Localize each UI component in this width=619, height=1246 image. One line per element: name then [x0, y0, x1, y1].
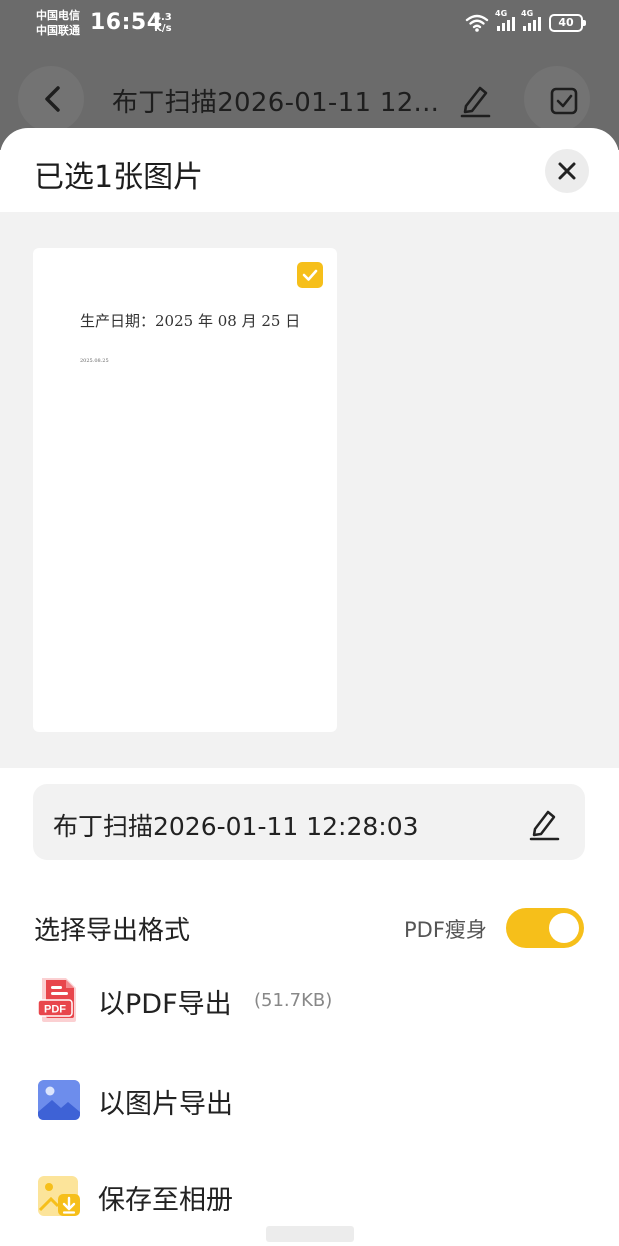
pdf-file-icon: PDF — [37, 978, 76, 1022]
page-text-main: 生产日期：2025 年 08 月 25 日 — [80, 312, 301, 330]
export-bottom-sheet: 已选1张图片 生产日期：2025 年 08 月 25 日 2025.08.25 … — [0, 128, 619, 1246]
document-title: 布丁扫描2026-01-11 12... — [112, 88, 440, 118]
net-speed-value: 4.3 — [154, 12, 172, 23]
battery-icon: 40 — [549, 14, 586, 32]
carrier-names: 中国电信 中国联通 — [36, 8, 80, 38]
net-speed: 4.3 K/s — [154, 12, 172, 34]
close-icon — [558, 162, 576, 180]
status-icons: 4G 4G 40 — [465, 9, 586, 32]
pdf-file-size: (51.7KB) — [254, 990, 333, 1011]
status-bar: 中国电信 中国联通 16:54 4.3 K/s 4G 4G 40 — [0, 0, 619, 50]
close-button[interactable] — [545, 149, 589, 193]
export-as-pdf-option[interactable]: PDF 以PDF导出 (51.7KB) — [36, 970, 596, 1030]
signal-sim2-icon: 4G — [521, 9, 541, 31]
carrier-2: 中国联通 — [36, 24, 80, 37]
page-thumbnail[interactable]: 生产日期：2025 年 08 月 25 日 2025.08.25 — [33, 248, 337, 732]
page-preview-area: 生产日期：2025 年 08 月 25 日 2025.08.25 — [0, 212, 619, 768]
back-arrow-icon[interactable] — [34, 76, 70, 122]
select-all-checkbox-icon[interactable] — [545, 80, 583, 120]
sheet-title: 已选1张图片 — [34, 160, 204, 195]
save-album-label: 保存至相册 — [98, 1185, 233, 1216]
sim1-network-tag: 4G — [495, 9, 508, 18]
wifi-icon — [465, 14, 489, 32]
svg-text:PDF: PDF — [44, 1004, 66, 1016]
save-to-album-option[interactable]: 保存至相册 — [36, 1166, 596, 1226]
toggle-knob — [549, 913, 579, 943]
image-icon — [38, 1080, 80, 1120]
carrier-1: 中国电信 — [36, 9, 80, 22]
export-pdf-label: 以PDF导出 — [98, 989, 232, 1020]
file-name-field[interactable]: 布丁扫描2026-01-11 12:28:03 — [33, 784, 585, 860]
export-format-label: 选择导出格式 — [34, 916, 191, 946]
checkmark-icon — [302, 269, 318, 281]
pdf-slim-toggle[interactable] — [506, 908, 584, 948]
signal-sim1-icon: 4G — [495, 9, 515, 31]
export-as-image-option[interactable]: 以图片导出 — [36, 1070, 596, 1130]
page-text-small: 2025.08.25 — [80, 358, 109, 364]
edit-pen-icon[interactable] — [456, 80, 494, 120]
save-to-album-icon — [38, 1176, 80, 1216]
sim2-network-tag: 4G — [521, 9, 534, 18]
export-image-label: 以图片导出 — [98, 1089, 233, 1120]
clock: 16:54 — [90, 10, 163, 35]
page-select-checkbox[interactable] — [297, 262, 323, 288]
net-speed-unit: K/s — [154, 23, 172, 34]
rename-pen-icon[interactable] — [525, 804, 563, 842]
file-name-text: 布丁扫描2026-01-11 12:28:03 — [53, 812, 419, 841]
pdf-slim-label: PDF瘦身 — [404, 918, 487, 942]
home-indicator[interactable] — [266, 1226, 354, 1242]
